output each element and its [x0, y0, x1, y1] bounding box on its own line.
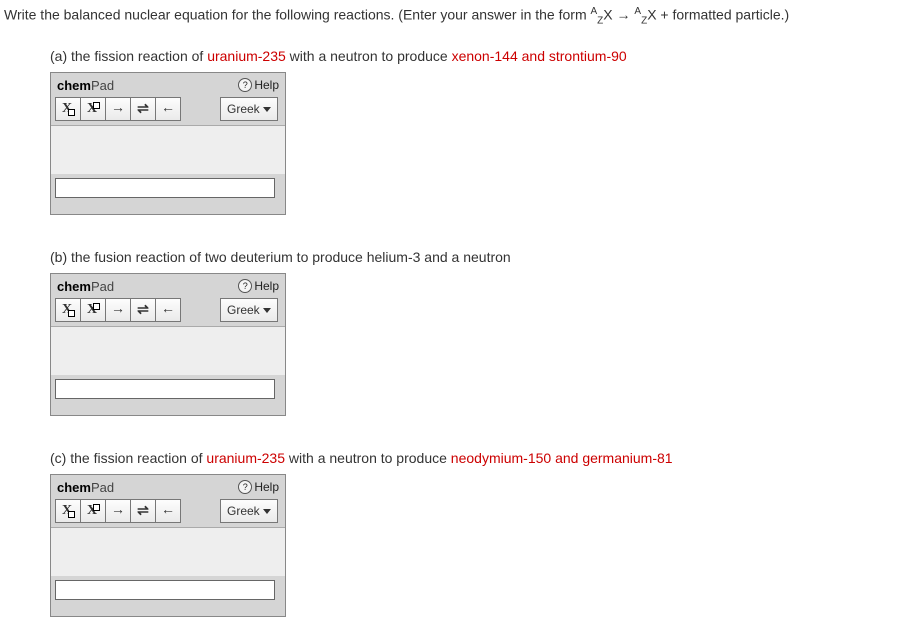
question-container: Write the balanced nuclear equation for …	[0, 0, 915, 637]
superscript-box-icon	[93, 303, 100, 310]
brand-pad: Pad	[91, 480, 114, 495]
chempad-toolbar: X X → ⇌ ← Greek	[51, 95, 285, 125]
instruction-text: Write the balanced nuclear equation for …	[0, 0, 915, 32]
part-a-middle: with a neutron to produce	[286, 48, 452, 64]
part-b-prompt: (b) the fusion reaction of two deuterium…	[50, 249, 915, 265]
chevron-down-icon	[263, 509, 271, 514]
brand-chem: chem	[57, 78, 91, 93]
left-arrow-button[interactable]: ←	[155, 499, 181, 523]
help-icon: ?	[238, 480, 252, 494]
chevron-down-icon	[263, 308, 271, 313]
brand-chem: chem	[57, 279, 91, 294]
part-a: (a) the fission reaction of uranium-235 …	[50, 48, 915, 215]
instruction-prefix: Write the balanced nuclear equation for …	[4, 7, 591, 23]
subscript-button[interactable]: X	[55, 97, 81, 121]
equilibrium-button[interactable]: ⇌	[130, 298, 156, 322]
arrow: →	[617, 7, 631, 23]
elem-x2: X	[647, 7, 656, 23]
superscript-box-icon	[93, 102, 100, 109]
part-c-label: (c) the fission reaction of	[50, 450, 206, 466]
chempad-toolbar: X X → ⇌ ← Greek	[51, 497, 285, 527]
chempad-toolbar: X X → ⇌ ← Greek	[51, 296, 285, 326]
chempad-header: chemPad ? Help	[51, 73, 285, 95]
help-label: Help	[254, 480, 279, 494]
help-label: Help	[254, 78, 279, 92]
subscript-box-icon	[68, 310, 75, 317]
part-a-products: xenon-144 and strontium-90	[452, 48, 627, 64]
part-a-prompt: (a) the fission reaction of uranium-235 …	[50, 48, 915, 64]
right-arrow-button[interactable]: →	[105, 499, 131, 523]
greek-label: Greek	[227, 504, 260, 518]
greek-dropdown[interactable]: Greek	[220, 97, 278, 121]
chempad-title: chemPad	[57, 279, 114, 294]
chempad-title: chemPad	[57, 78, 114, 93]
chevron-down-icon	[263, 107, 271, 112]
right-arrow-button[interactable]: →	[105, 97, 131, 121]
chempad-header: chemPad ? Help	[51, 274, 285, 296]
footer-strip	[51, 202, 285, 214]
brand-chem: chem	[57, 480, 91, 495]
preview-area	[51, 527, 285, 576]
input-row	[51, 174, 285, 202]
greek-dropdown[interactable]: Greek	[220, 298, 278, 322]
brand-pad: Pad	[91, 279, 114, 294]
help-label: Help	[254, 279, 279, 293]
superscript-box-icon	[93, 504, 100, 511]
right-arrow-button[interactable]: →	[105, 298, 131, 322]
answer-input[interactable]	[55, 178, 275, 198]
superscript-button[interactable]: X	[80, 298, 106, 322]
help-link[interactable]: ? Help	[238, 279, 279, 293]
elem-x: X	[603, 7, 612, 23]
superscript-button[interactable]: X	[80, 499, 106, 523]
help-link[interactable]: ? Help	[238, 480, 279, 494]
subscript-button[interactable]: X	[55, 298, 81, 322]
chempad-widget: chemPad ? Help X X → ⇌ ←	[50, 72, 286, 215]
chempad-widget: chemPad ? Help X X → ⇌ ←	[50, 474, 286, 617]
subscript-box-icon	[68, 109, 75, 116]
footer-strip	[51, 604, 285, 616]
greek-label: Greek	[227, 102, 260, 116]
part-b: (b) the fusion reaction of two deuterium…	[50, 249, 915, 416]
greek-dropdown[interactable]: Greek	[220, 499, 278, 523]
part-c: (c) the fission reaction of uranium-235 …	[50, 450, 915, 617]
chempad-title: chemPad	[57, 480, 114, 495]
part-c-reactant: uranium-235	[206, 450, 285, 466]
left-arrow-button[interactable]: ←	[155, 97, 181, 121]
left-arrow-button[interactable]: ←	[155, 298, 181, 322]
preview-area	[51, 125, 285, 174]
input-row	[51, 576, 285, 604]
instruction-suffix: + formatted particle.)	[657, 7, 790, 23]
preview-area	[51, 326, 285, 375]
help-icon: ?	[238, 279, 252, 293]
subscript-box-icon	[68, 511, 75, 518]
equilibrium-button[interactable]: ⇌	[130, 499, 156, 523]
equilibrium-button[interactable]: ⇌	[130, 97, 156, 121]
chempad-header: chemPad ? Help	[51, 475, 285, 497]
part-c-middle: with a neutron to produce	[285, 450, 451, 466]
part-a-label: (a) the fission reaction of	[50, 48, 207, 64]
subscript-button[interactable]: X	[55, 499, 81, 523]
footer-strip	[51, 403, 285, 415]
part-b-label: (b) the fusion reaction of two deuterium…	[50, 249, 511, 265]
part-c-products: neodymium-150 and germanium-81	[451, 450, 673, 466]
brand-pad: Pad	[91, 78, 114, 93]
greek-label: Greek	[227, 303, 260, 317]
part-a-reactant: uranium-235	[207, 48, 286, 64]
help-link[interactable]: ? Help	[238, 78, 279, 92]
input-row	[51, 375, 285, 403]
answer-input[interactable]	[55, 580, 275, 600]
help-icon: ?	[238, 78, 252, 92]
superscript-button[interactable]: X	[80, 97, 106, 121]
answer-input[interactable]	[55, 379, 275, 399]
part-c-prompt: (c) the fission reaction of uranium-235 …	[50, 450, 915, 466]
chempad-widget: chemPad ? Help X X → ⇌ ←	[50, 273, 286, 416]
